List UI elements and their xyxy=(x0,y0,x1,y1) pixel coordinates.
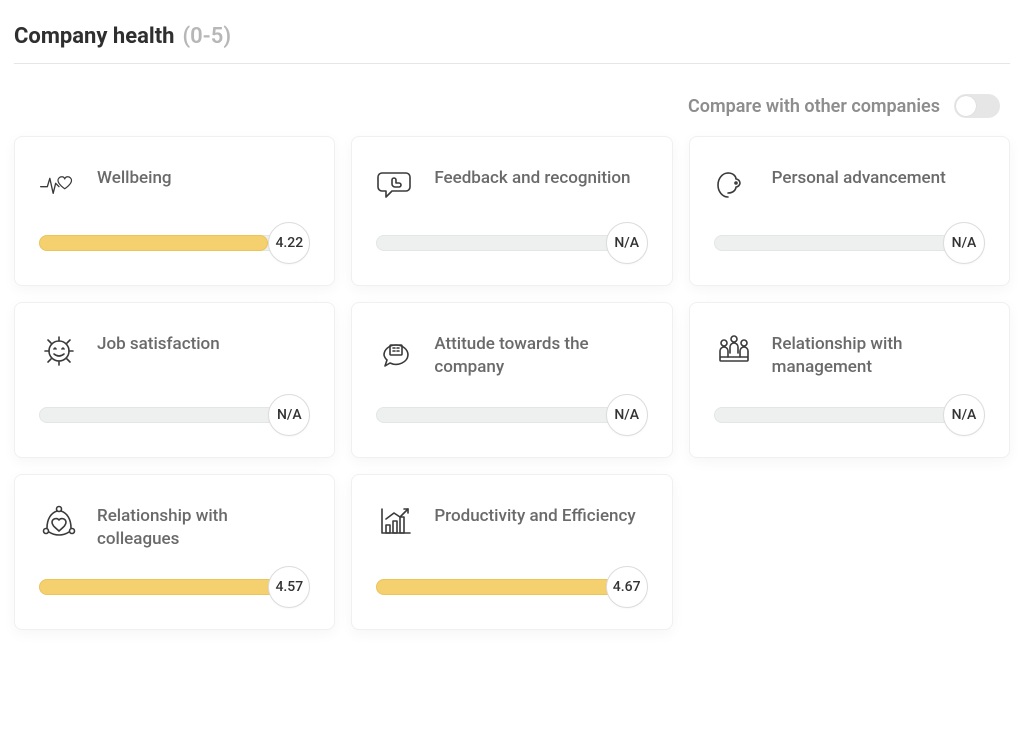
card-top: Productivity and Efficiency xyxy=(376,503,647,543)
wellbeing-icon xyxy=(39,165,79,205)
attitude-icon xyxy=(376,331,416,371)
meter: N/A xyxy=(714,225,985,261)
page-title: Company health xyxy=(14,24,174,49)
card-top: Feedback and recognition xyxy=(376,165,647,205)
compare-toggle[interactable] xyxy=(954,94,1000,118)
meter: N/A xyxy=(39,397,310,433)
toggle-knob xyxy=(956,96,976,116)
card-attitude[interactable]: Attitude towards the company N/A xyxy=(351,302,672,458)
compare-row: Compare with other companies xyxy=(24,94,1000,118)
meter-fill xyxy=(376,579,629,595)
card-management[interactable]: Relationship with management N/A xyxy=(689,302,1010,458)
card-title: Productivity and Efficiency xyxy=(434,503,635,528)
card-top: Relationship with management xyxy=(714,331,985,379)
meter: N/A xyxy=(376,225,647,261)
card-colleagues[interactable]: Relationship with colleagues 4.57 xyxy=(14,474,335,630)
colleagues-icon xyxy=(39,503,79,543)
card-feedback[interactable]: Feedback and recognition N/A xyxy=(351,136,672,286)
feedback-icon xyxy=(376,165,416,205)
card-advancement[interactable]: Personal advancement N/A xyxy=(689,136,1010,286)
satisfaction-icon xyxy=(39,331,79,371)
meter-value-badge: 4.67 xyxy=(606,566,648,608)
meter: N/A xyxy=(376,397,647,433)
meter: 4.22 xyxy=(39,225,310,261)
card-title: Personal advancement xyxy=(772,165,946,190)
meter-value-badge: N/A xyxy=(606,394,648,436)
meter: 4.57 xyxy=(39,569,310,605)
meter: 4.67 xyxy=(376,569,647,605)
card-title: Attitude towards the company xyxy=(434,331,647,379)
card-satisfaction[interactable]: Job satisfaction N/A xyxy=(14,302,335,458)
card-top: Relationship with colleagues xyxy=(39,503,310,551)
card-title: Relationship with colleagues xyxy=(97,503,310,551)
meter-value-badge: N/A xyxy=(943,394,985,436)
meter-value-badge: N/A xyxy=(943,222,985,264)
card-productivity[interactable]: Productivity and Efficiency 4.67 xyxy=(351,474,672,630)
card-wellbeing[interactable]: Wellbeing 4.22 xyxy=(14,136,335,286)
page-header: Company health (0-5) xyxy=(14,24,1010,64)
meter-value-badge: N/A xyxy=(606,222,648,264)
card-grid: Wellbeing 4.22 Feedback and recognition xyxy=(14,136,1010,630)
card-title: Feedback and recognition xyxy=(434,165,630,190)
page-range: (0-5) xyxy=(182,24,231,49)
advancement-icon xyxy=(714,165,754,205)
card-top: Job satisfaction xyxy=(39,331,310,371)
management-icon xyxy=(714,331,754,371)
card-top: Personal advancement xyxy=(714,165,985,205)
meter-fill xyxy=(39,235,268,251)
page: Company health (0-5) Compare with other … xyxy=(0,0,1024,644)
card-title: Wellbeing xyxy=(97,165,172,190)
card-top: Wellbeing xyxy=(39,165,310,205)
card-top: Attitude towards the company xyxy=(376,331,647,379)
productivity-icon xyxy=(376,503,416,543)
meter: N/A xyxy=(714,397,985,433)
card-title: Job satisfaction xyxy=(97,331,220,356)
meter-value-badge: 4.22 xyxy=(268,222,310,264)
meter-fill xyxy=(39,579,287,595)
compare-label: Compare with other companies xyxy=(688,96,940,117)
card-title: Relationship with management xyxy=(772,331,985,379)
meter-value-badge: 4.57 xyxy=(268,566,310,608)
meter-value-badge: N/A xyxy=(268,394,310,436)
